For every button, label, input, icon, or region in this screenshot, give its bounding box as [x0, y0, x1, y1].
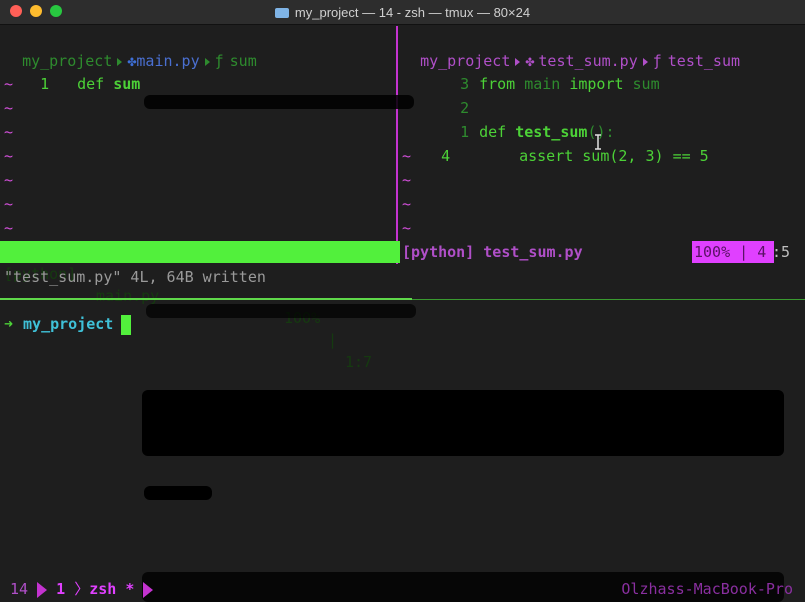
prompt-directory: my_project: [23, 315, 114, 333]
function-icon: ƒ: [214, 52, 224, 70]
right-breadcrumb: my_project ✤ test_sum.py ƒ test_sum: [402, 25, 740, 70]
keyword: assert: [519, 147, 574, 165]
pane-separator[interactable]: [412, 299, 805, 300]
tmux-left-segment: 14 1 〉zsh *: [10, 576, 154, 602]
redacted-region: [144, 486, 212, 500]
tilde-marker: ~: [402, 171, 412, 189]
line-number: 1: [40, 75, 50, 93]
tilde-marker: ~: [402, 147, 412, 165]
window-title: my_project — 14 - zsh — tmux — 80×24: [294, 4, 531, 20]
keyword: def: [77, 75, 105, 93]
status-separator: |: [739, 243, 749, 261]
tilde-marker: ~: [4, 75, 14, 93]
window-titlebar: my_project — 14 - zsh — tmux — 80×24: [0, 0, 805, 25]
powerline-arrow-icon: [37, 581, 48, 598]
editor-line[interactable]: 3 from main import sum: [442, 48, 660, 93]
imported-name: sum: [632, 75, 660, 93]
status-row: 4: [757, 243, 767, 261]
module-name: main: [524, 75, 561, 93]
editor-line[interactable]: 1 def test_sum():: [442, 96, 614, 141]
line-number: 4: [441, 147, 451, 165]
text-cursor-icon: [595, 134, 601, 150]
tilde-marker: ~: [402, 219, 412, 237]
status-position: 1:7: [345, 353, 373, 371]
tmux-window-flag: *: [125, 580, 135, 598]
redacted-region: [146, 304, 416, 318]
breadcrumb-file: main.py: [136, 52, 200, 70]
status-file: test_sum.py: [483, 243, 583, 261]
chevron-right-icon: [204, 57, 210, 66]
terminal-cursor: [121, 314, 132, 335]
tilde-marker: ~: [4, 99, 14, 117]
editor-line-current[interactable]: 4 assert sum(2, 3) == 5: [423, 120, 709, 165]
zoom-window-button[interactable]: [50, 5, 62, 17]
minimize-window-button[interactable]: [30, 5, 42, 17]
editor-line[interactable]: 2: [442, 72, 469, 117]
tmux-window-name[interactable]: zsh: [89, 580, 116, 598]
right-statusline: [python] test_sum.py: [402, 241, 583, 263]
close-window-button[interactable]: [10, 5, 22, 17]
pane-divider[interactable]: [396, 26, 398, 264]
chevron-right-icon: 〉: [74, 580, 90, 598]
tilde-marker: ~: [4, 123, 14, 141]
left-breadcrumb: my_project ✤main.py ƒ sum: [4, 25, 257, 70]
right-status-position: 100% | 4: [692, 241, 774, 263]
vim-command-line: "test_sum.py" 4L, 64B written: [4, 268, 266, 286]
pane-separator[interactable]: [0, 298, 412, 300]
tilde-marker: ~: [4, 147, 14, 165]
tilde-marker: ~: [4, 171, 14, 189]
status-mode: [python]: [402, 243, 475, 261]
redacted-region: [142, 390, 784, 456]
tilde-marker: ~: [402, 195, 412, 213]
tmux-session: 14: [10, 580, 29, 598]
traffic-lights: [10, 5, 62, 17]
tmux-hostname: Olzhass-MacBook-Pro: [621, 580, 793, 598]
tilde-marker: ~: [4, 219, 14, 237]
redacted-region: [144, 95, 414, 109]
tilde-marker: ~: [4, 195, 14, 213]
left-statusline: [python] main.py 100% | 1:7: [0, 241, 400, 371]
status-separator: |: [328, 331, 338, 349]
keyword: from: [479, 75, 516, 93]
shell-prompt[interactable]: ➜ my_project: [4, 312, 132, 336]
status-column: :5: [772, 243, 791, 261]
prompt-arrow-icon: ➜: [4, 315, 14, 333]
tmux-window-index[interactable]: 1: [56, 580, 65, 598]
breadcrumb-symbol: test_sum: [667, 52, 741, 70]
powerline-arrow-icon: [143, 581, 154, 598]
breadcrumb-symbol: sum: [229, 52, 257, 70]
folder-icon: [274, 8, 289, 18]
keyword: import: [569, 75, 624, 93]
tmux-statusbar: 14 1 〉zsh * Olzhass-MacBook-Pro: [0, 576, 805, 602]
status-percent: 100%: [694, 243, 731, 261]
function-name: sum: [113, 75, 141, 93]
editor-line[interactable]: 1 def sum: [22, 48, 140, 93]
